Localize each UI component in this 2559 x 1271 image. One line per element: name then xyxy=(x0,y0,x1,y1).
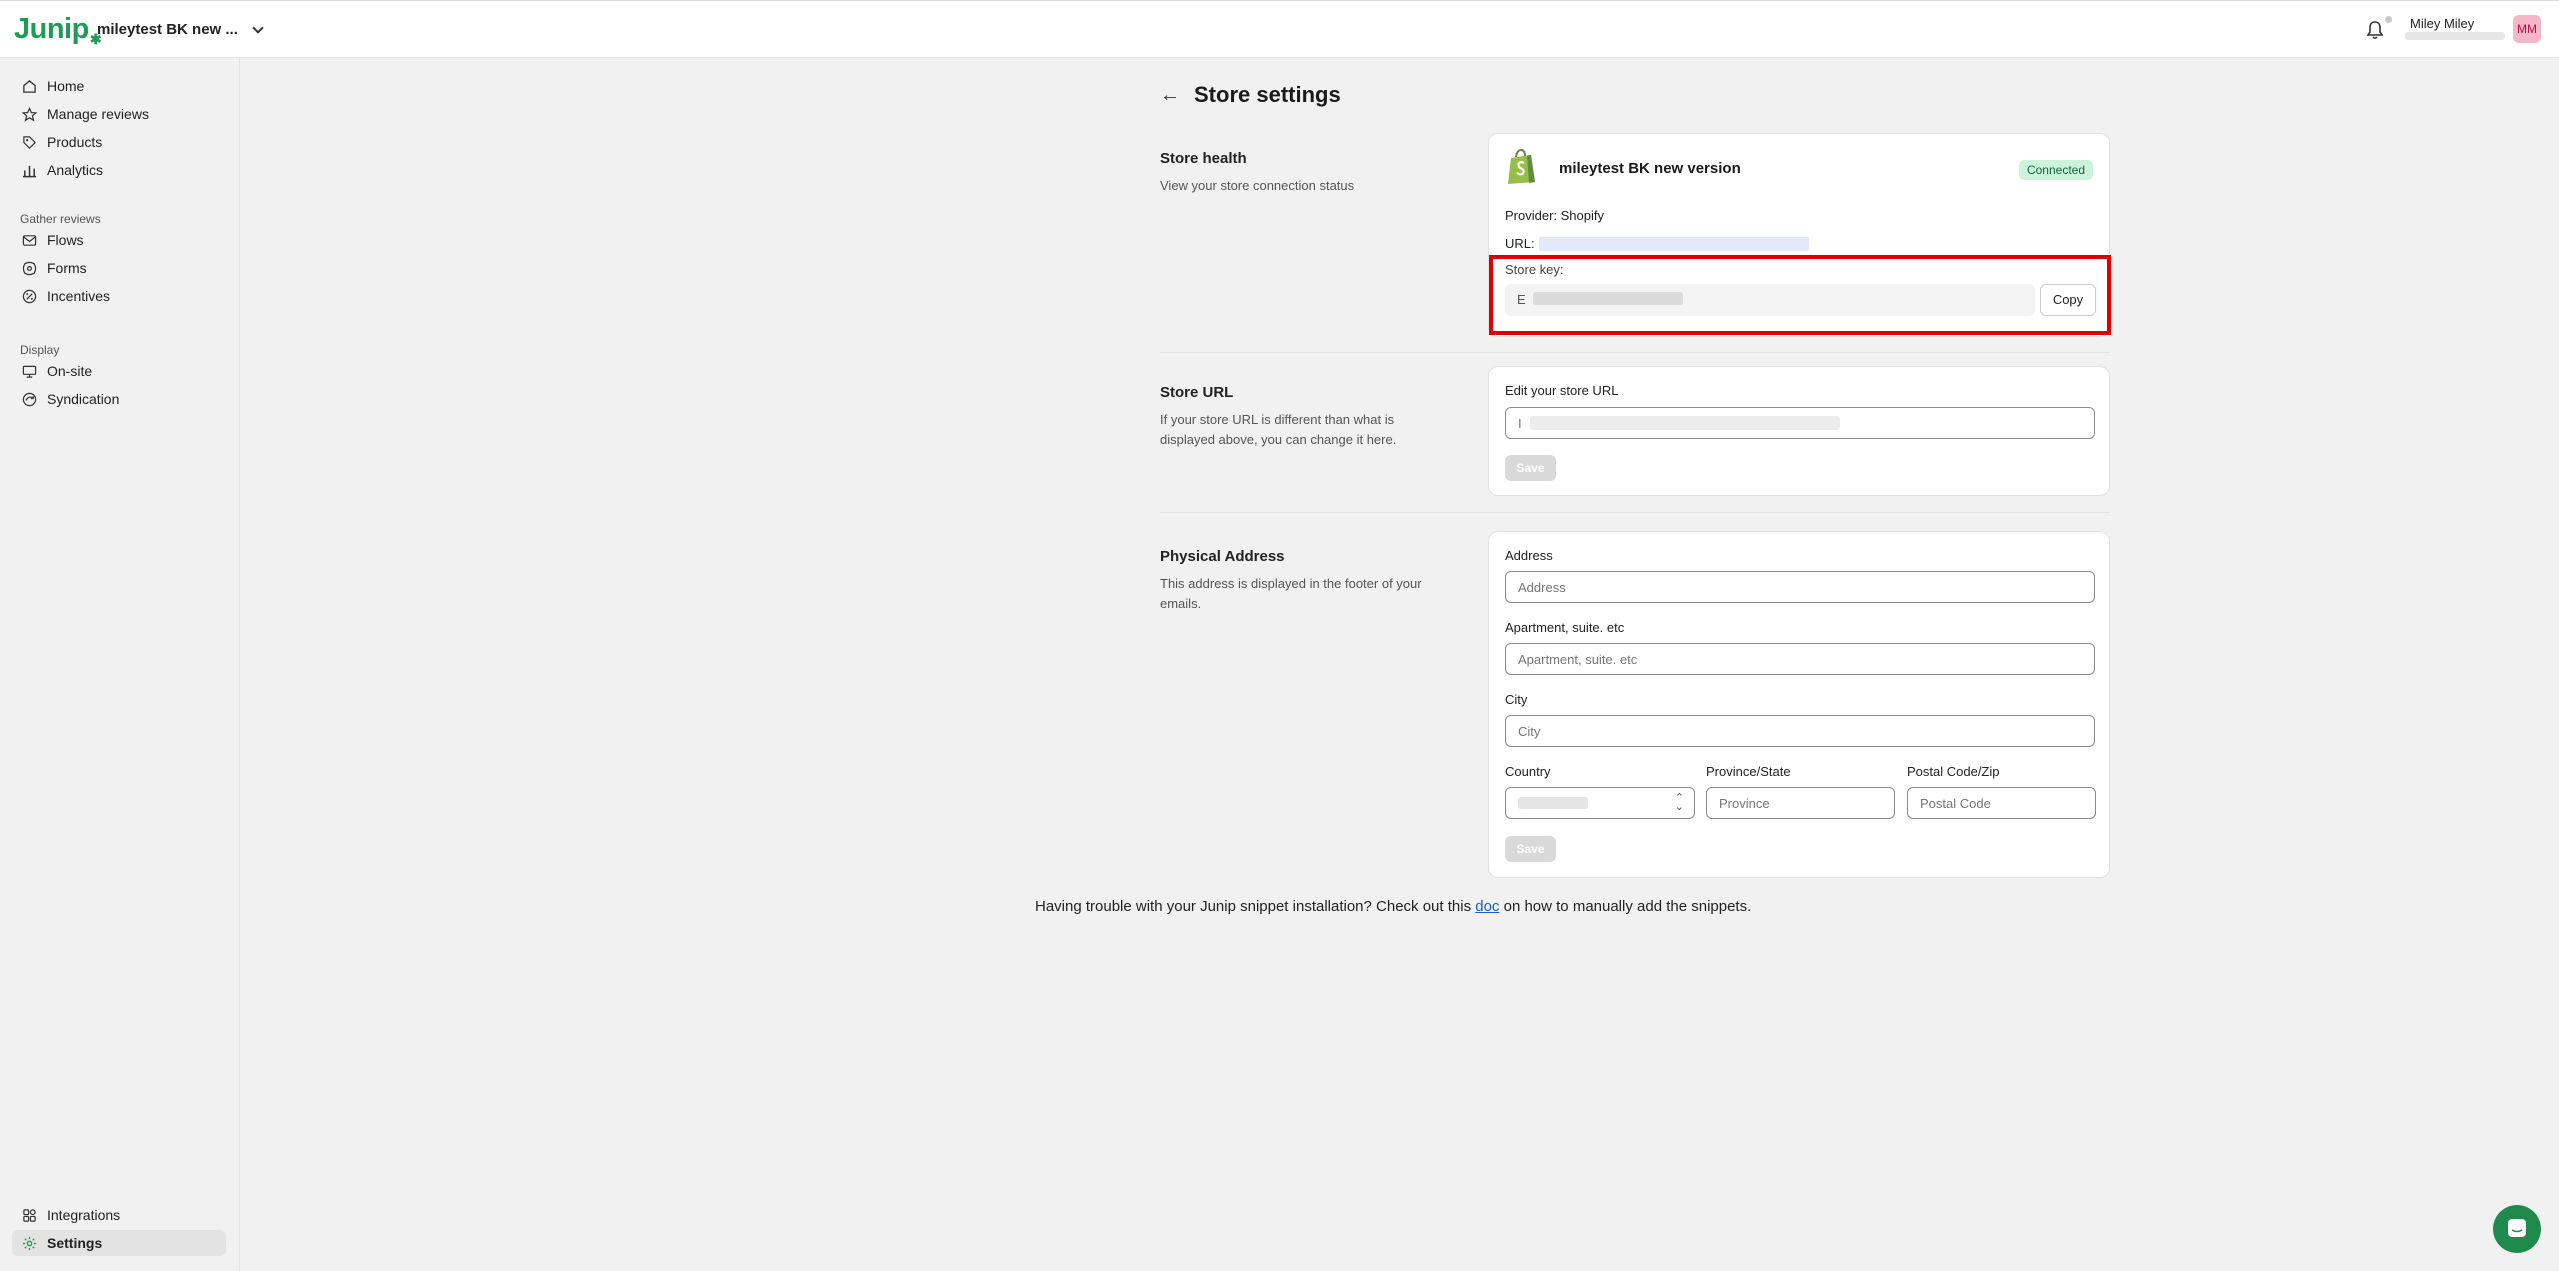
sidebar-item-label: Incentives xyxy=(47,288,111,304)
doc-link[interactable]: doc xyxy=(1475,898,1499,915)
sidebar-item-label: Settings xyxy=(47,1235,103,1251)
avatar[interactable]: MM xyxy=(2513,15,2541,43)
select-caret-icon: ⌃ ⌄ xyxy=(1674,792,1684,813)
notification-dot xyxy=(2385,16,2392,23)
city-input[interactable] xyxy=(1505,715,2095,747)
user-email-redacted xyxy=(2405,32,2505,40)
sidebar-item-label: Syndication xyxy=(47,391,120,407)
bell-icon[interactable] xyxy=(2366,20,2384,40)
sidebar-item-label: Integrations xyxy=(47,1207,121,1223)
user-name[interactable]: Miley Miley xyxy=(2410,16,2474,31)
store-url-save-button[interactable]: Save xyxy=(1505,455,1556,481)
url-row: URL: xyxy=(1505,236,1809,251)
store-key-label: Store key: xyxy=(1505,262,1564,277)
syndication-icon xyxy=(22,392,37,406)
junip-logo[interactable]: Junip✱ xyxy=(14,13,102,47)
store-key-value: E xyxy=(1517,292,1526,307)
sidebar-item-home[interactable]: Home xyxy=(12,73,226,99)
back-arrow-icon[interactable]: ← xyxy=(1160,84,1180,107)
section-divider xyxy=(1160,352,2110,353)
monitor-icon xyxy=(22,365,37,378)
main-content: ← Store settings Store health View your … xyxy=(240,58,2559,1271)
apartment-label: Apartment, suite. etc xyxy=(1505,620,1625,635)
province-input[interactable] xyxy=(1706,787,1895,819)
page-title: Store settings xyxy=(1194,82,1341,107)
store-url-title: Store URL xyxy=(1160,384,1234,401)
store-switcher-label: mileytest BK new ... xyxy=(97,21,238,38)
shopify-logo-icon xyxy=(1508,148,1535,184)
sidebar-item-incentives[interactable]: Incentives xyxy=(12,283,226,309)
home-icon xyxy=(23,79,36,93)
address-label: Address xyxy=(1505,548,1553,563)
bar-chart-icon xyxy=(22,165,37,177)
section-display: Display xyxy=(20,343,60,357)
store-url-redacted xyxy=(1530,416,1840,430)
sidebar-item-syndication[interactable]: Syndication xyxy=(12,386,226,412)
sidebar-item-flows[interactable]: Flows xyxy=(12,227,226,253)
address-save-button[interactable]: Save xyxy=(1505,836,1556,862)
url-value-redacted xyxy=(1538,236,1809,251)
status-badge: Connected xyxy=(2018,160,2093,180)
provider-text: Provider: Shopify xyxy=(1505,208,1604,223)
sidebar: Home Manage reviews Products Analytics G… xyxy=(0,58,240,1271)
postal-label: Postal Code/Zip xyxy=(1907,764,2000,779)
sidebar-item-forms[interactable]: Forms xyxy=(12,255,226,281)
physical-address-description: This address is displayed in the footer … xyxy=(1160,576,1422,611)
forms-icon xyxy=(22,261,37,275)
physical-address-card: Address Apartment, suite. etc City Count… xyxy=(1488,531,2110,878)
page-header: ← Store settings xyxy=(1160,82,1341,108)
chat-launcher-button[interactable] xyxy=(2493,1205,2541,1253)
gear-icon xyxy=(22,1236,37,1250)
store-name: mileytest BK new version xyxy=(1559,160,1741,177)
city-label: City xyxy=(1505,692,1528,707)
section-gather-reviews: Gather reviews xyxy=(20,212,101,226)
sidebar-item-settings[interactable]: Settings xyxy=(12,1230,226,1256)
country-value-redacted xyxy=(1518,797,1588,809)
store-key-redacted xyxy=(1533,292,1683,305)
apartment-input[interactable] xyxy=(1505,643,2095,675)
sidebar-item-label: Manage reviews xyxy=(47,106,149,122)
store-key-field[interactable]: E xyxy=(1505,284,2035,316)
address-input[interactable] xyxy=(1505,571,2095,603)
copy-button[interactable]: Copy xyxy=(2040,284,2096,316)
store-health-card: mileytest BK new version Connected Provi… xyxy=(1488,133,2111,337)
section-divider xyxy=(1160,512,2110,513)
sidebar-item-integrations[interactable]: Integrations xyxy=(12,1202,226,1228)
sidebar-item-products[interactable]: Products xyxy=(12,129,226,155)
sidebar-item-analytics[interactable]: Analytics xyxy=(12,157,226,183)
sidebar-item-manage-reviews[interactable]: Manage reviews xyxy=(12,101,226,127)
tag-icon xyxy=(23,135,36,149)
integrations-icon xyxy=(23,1208,36,1222)
store-switcher[interactable]: mileytest BK new ... xyxy=(97,21,264,38)
mail-icon xyxy=(22,234,37,246)
sidebar-item-on-site[interactable]: On-site xyxy=(12,358,226,384)
store-url-label: Edit your store URL xyxy=(1505,383,1619,398)
sidebar-item-label: Analytics xyxy=(47,162,104,178)
sidebar-item-label: Forms xyxy=(47,260,87,276)
physical-address-title: Physical Address xyxy=(1160,548,1285,565)
store-url-value: I xyxy=(1518,416,1522,431)
store-url-input[interactable]: I xyxy=(1505,407,2095,439)
store-health-description: View your store connection status xyxy=(1160,178,1355,193)
store-url-card: Edit your store URL I Save xyxy=(1488,366,2110,496)
sidebar-item-label: On-site xyxy=(47,363,93,379)
chevron-down-icon xyxy=(252,21,264,34)
province-label: Province/State xyxy=(1706,764,1791,779)
snippet-help-text: Having trouble with your Junip snippet i… xyxy=(1035,898,1752,915)
url-label: URL: xyxy=(1505,236,1535,251)
store-url-description: If your store URL is different than what… xyxy=(1160,412,1397,447)
chat-icon xyxy=(2508,1219,2526,1237)
sidebar-item-label: Products xyxy=(47,134,103,150)
store-health-title: Store health xyxy=(1160,150,1247,167)
sidebar-item-label: Flows xyxy=(47,232,84,248)
top-bar: Junip✱ mileytest BK new ... Miley Miley … xyxy=(0,0,2559,58)
sidebar-item-label: Home xyxy=(47,78,85,94)
country-select[interactable]: ⌃ ⌄ xyxy=(1505,787,1695,819)
country-label: Country xyxy=(1505,764,1551,779)
postal-input[interactable] xyxy=(1907,787,2096,819)
incentive-icon xyxy=(22,289,37,303)
star-icon xyxy=(22,106,37,122)
